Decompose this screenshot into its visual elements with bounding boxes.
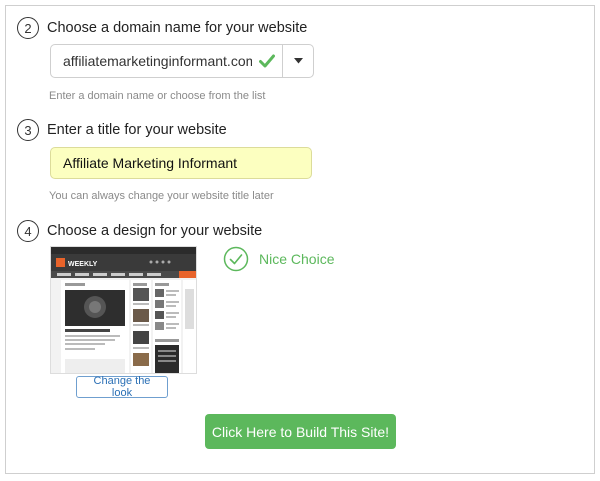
website-title-input[interactable]: Affiliate Marketing Informant <box>50 147 312 179</box>
domain-dropdown-button[interactable] <box>282 45 313 77</box>
step-number-2: 2 <box>17 17 39 39</box>
step-number-4: 4 <box>17 220 39 242</box>
step-4-title: Choose a design for your website <box>47 223 263 239</box>
design-thumbnail[interactable]: WEEKLY <box>50 246 197 374</box>
domain-select[interactable]: affiliatemarketinginformant.com <box>50 44 314 78</box>
step-2-title: Choose a domain name for your website <box>47 20 308 36</box>
nice-choice-label: Nice Choice <box>259 251 335 267</box>
change-look-button[interactable]: Change the look <box>76 375 168 399</box>
design-status: Nice Choice <box>223 246 334 272</box>
website-title-value[interactable]: Affiliate Marketing Informant <box>51 155 237 171</box>
domain-help-text: Enter a domain name or choose from the l… <box>49 90 266 102</box>
step-number-3: 3 <box>17 119 39 141</box>
thumbnail-logo: WEEKLY <box>68 261 98 268</box>
build-site-button[interactable]: Click Here to Build This Site! <box>205 414 396 449</box>
step-2-header: 2 Choose a domain name for your website <box>17 17 307 39</box>
step-3-title: Enter a title for your website <box>47 122 227 138</box>
check-circle-icon <box>223 246 249 272</box>
title-help-text: You can always change your website title… <box>49 190 274 202</box>
step-4-header: 4 Choose a design for your website <box>17 220 262 242</box>
checkmark-icon <box>252 54 282 68</box>
site-builder-panel: 2 Choose a domain name for your website … <box>5 5 595 474</box>
caret-down-icon <box>293 58 303 64</box>
domain-input[interactable]: affiliatemarketinginformant.com <box>51 53 252 69</box>
step-3-header: 3 Enter a title for your website <box>17 119 227 141</box>
